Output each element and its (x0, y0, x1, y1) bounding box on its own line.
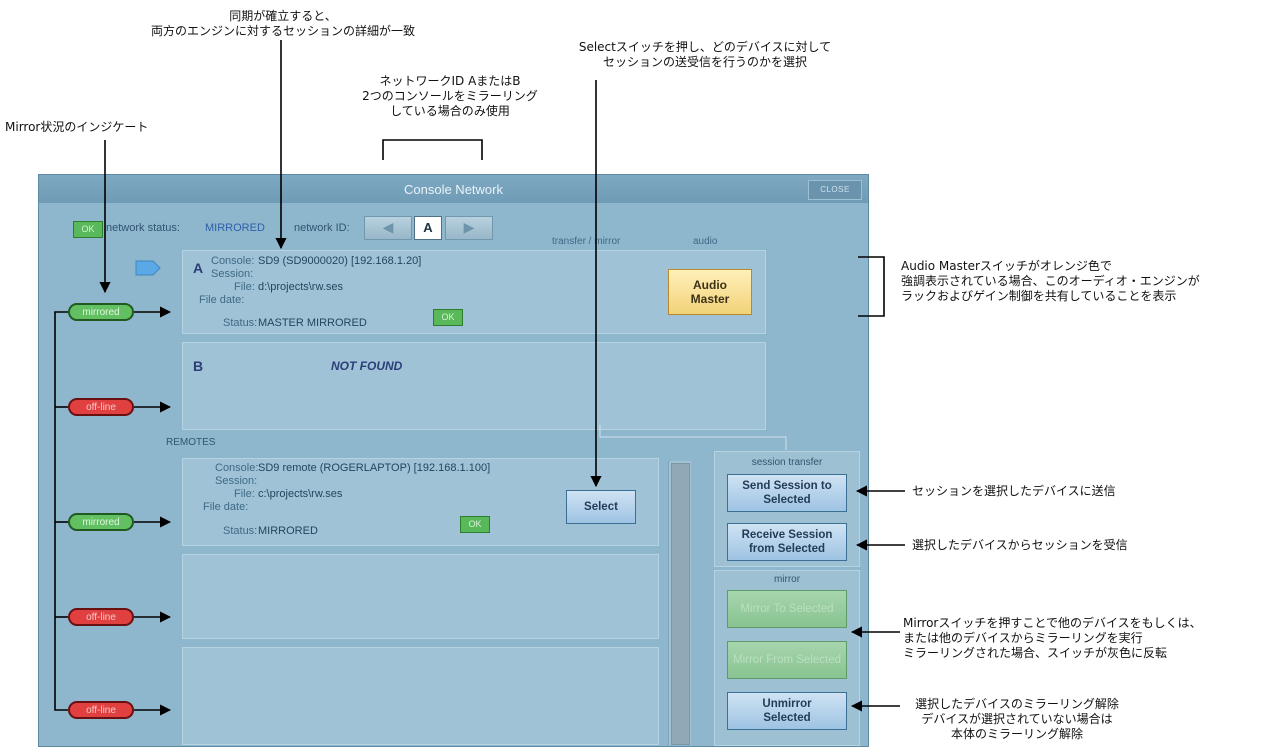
annotation-lines (54, 40, 905, 716)
